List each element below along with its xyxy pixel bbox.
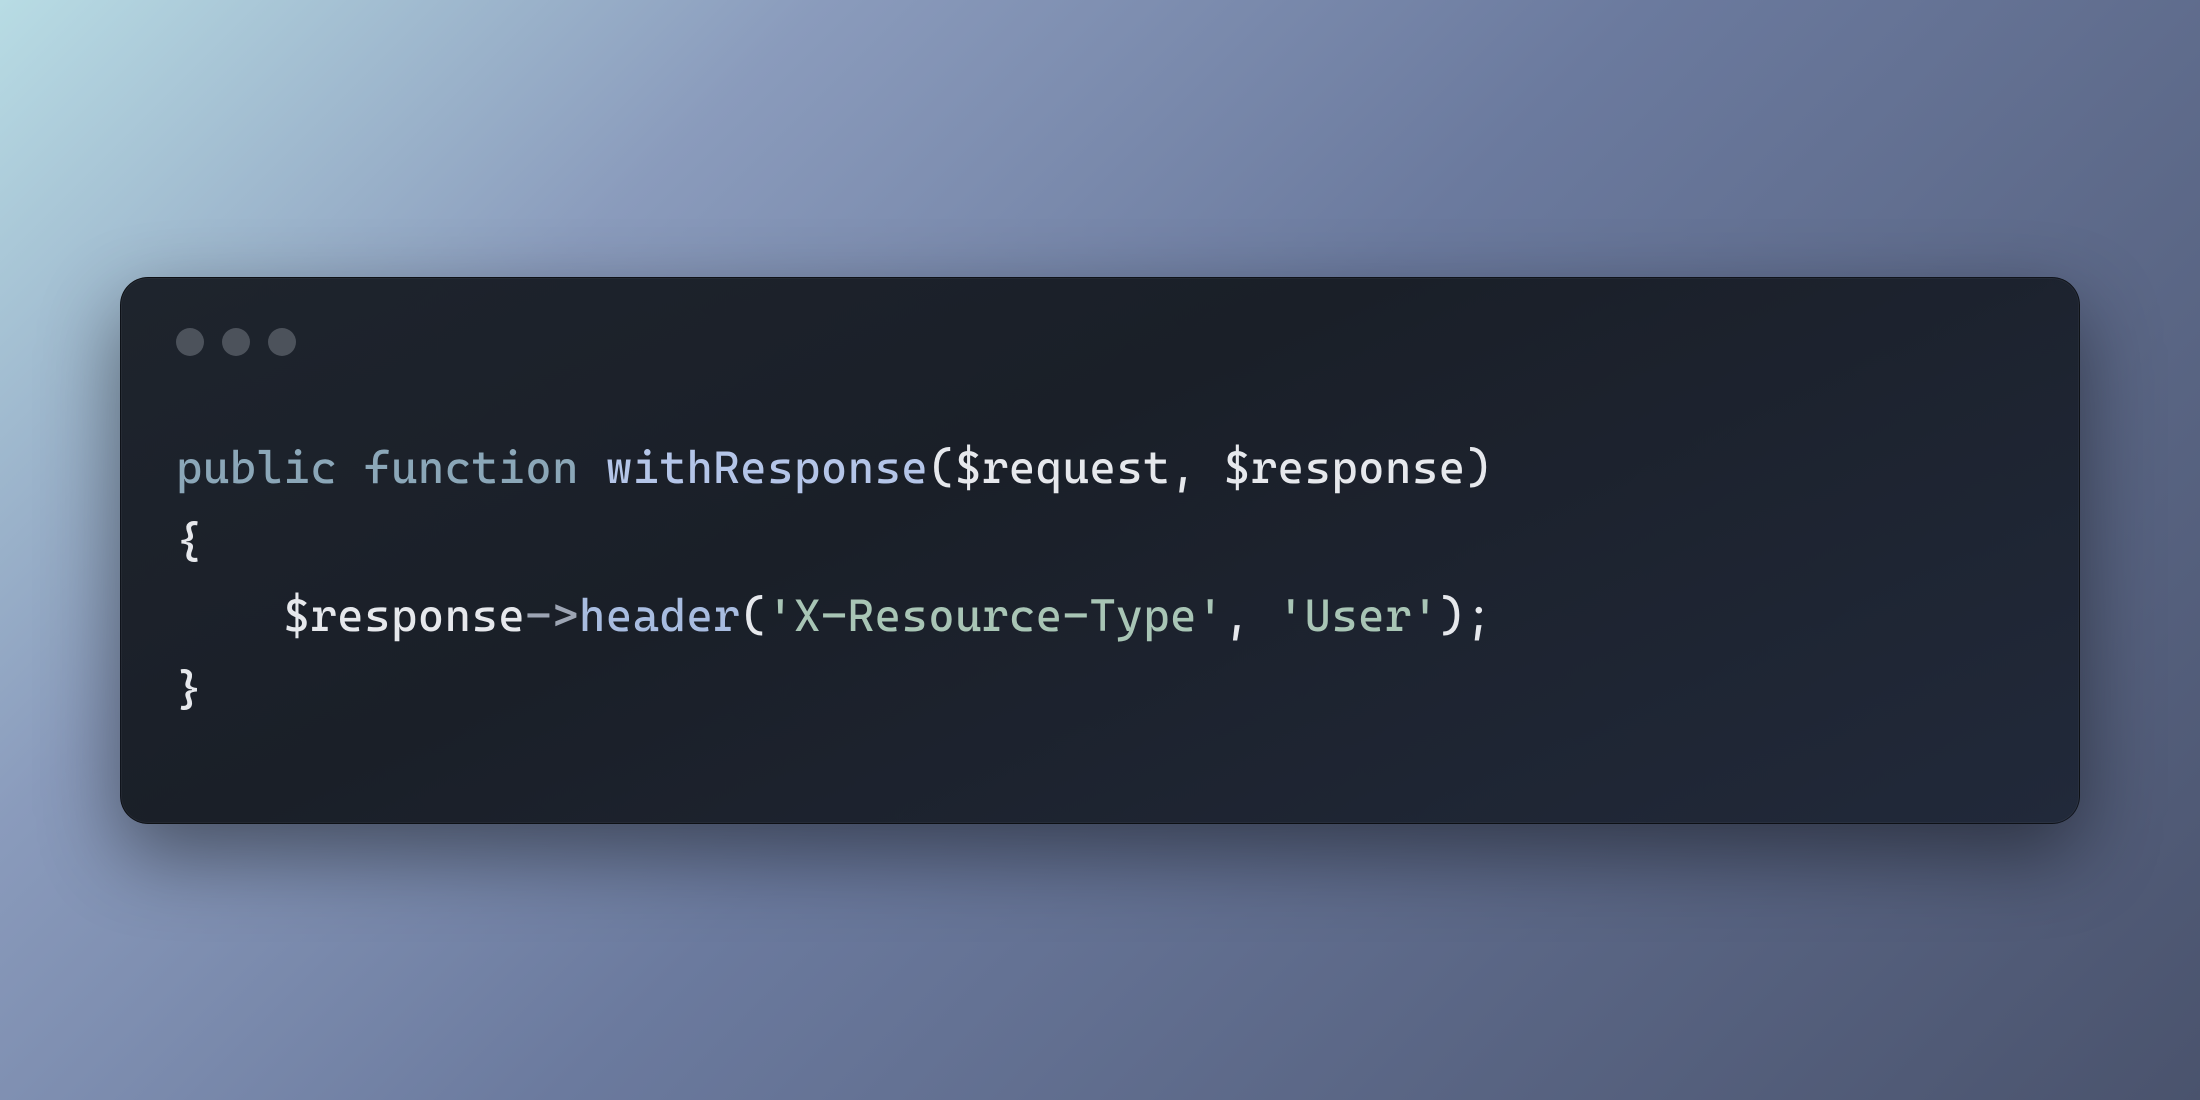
code-line-2: { <box>176 515 203 568</box>
brace-open: { <box>176 515 203 568</box>
open-paren: ( <box>928 441 955 494</box>
param-response: $response <box>1224 441 1466 494</box>
function-name: withResponse <box>606 441 928 494</box>
close-paren: ) <box>1466 441 1493 494</box>
arrow-op: -> <box>525 589 579 642</box>
var-response: $response <box>283 589 525 642</box>
string-resource-type: 'X-Resource-Type' <box>767 589 1224 642</box>
indent <box>176 589 283 642</box>
code-line-1: public function withResponse($request, $… <box>176 441 1493 494</box>
comma: , <box>1170 441 1224 494</box>
traffic-light-zoom-icon[interactable] <box>268 328 296 356</box>
comma: , <box>1224 589 1278 642</box>
code-line-3: $response->header('X-Resource-Type', 'Us… <box>176 589 1493 642</box>
code-line-4: } <box>176 663 203 716</box>
brace-close: } <box>176 663 203 716</box>
keyword-public: public <box>176 441 337 494</box>
traffic-lights <box>176 328 2024 356</box>
keyword-function: function <box>364 441 579 494</box>
traffic-light-close-icon[interactable] <box>176 328 204 356</box>
close-paren: ) <box>1439 589 1466 642</box>
param-request: $request <box>955 441 1170 494</box>
method-header: header <box>579 589 740 642</box>
code-content: public function withResponse($request, $… <box>176 431 2024 728</box>
string-user: 'User' <box>1278 589 1439 642</box>
semicolon: ; <box>1466 589 1493 642</box>
traffic-light-minimize-icon[interactable] <box>222 328 250 356</box>
open-paren: ( <box>740 589 767 642</box>
code-window: public function withResponse($request, $… <box>120 277 2080 824</box>
